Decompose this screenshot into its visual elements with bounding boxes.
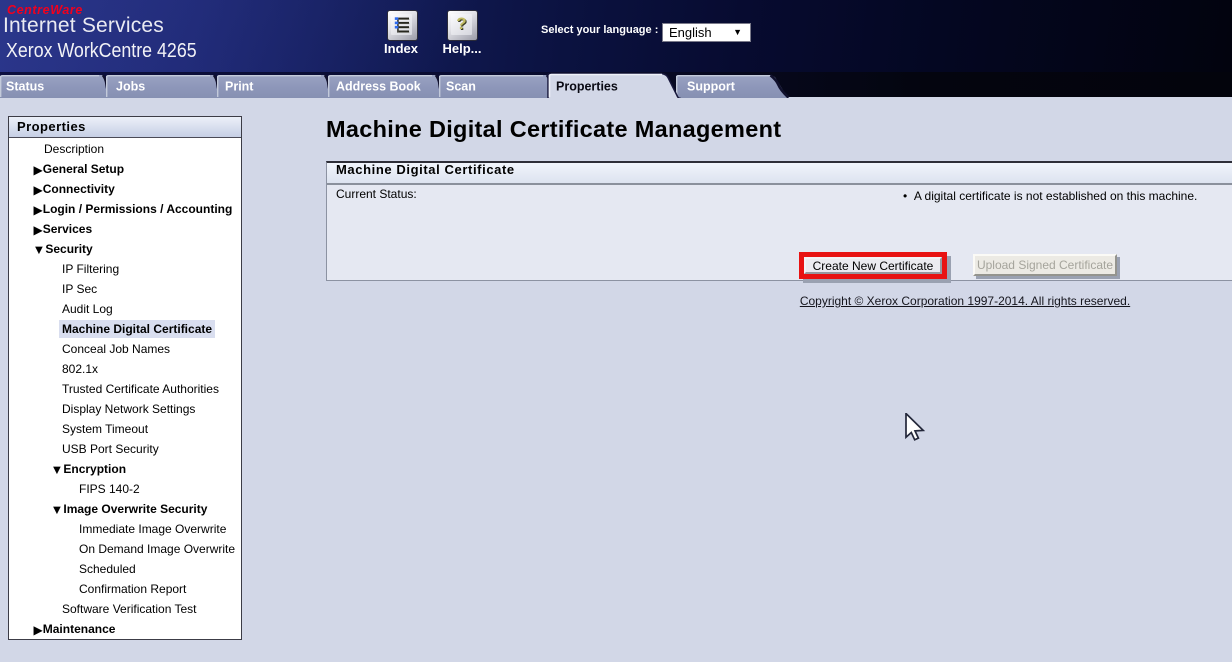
svg-text:Jobs: Jobs <box>116 80 145 94</box>
svg-text:Status: Status <box>6 80 44 94</box>
svg-text:Address Book: Address Book <box>336 80 421 94</box>
svg-text:Support: Support <box>687 80 736 94</box>
svg-text:Properties: Properties <box>556 80 618 94</box>
svg-text:Scan: Scan <box>446 80 476 94</box>
svg-text:Print: Print <box>225 80 254 94</box>
